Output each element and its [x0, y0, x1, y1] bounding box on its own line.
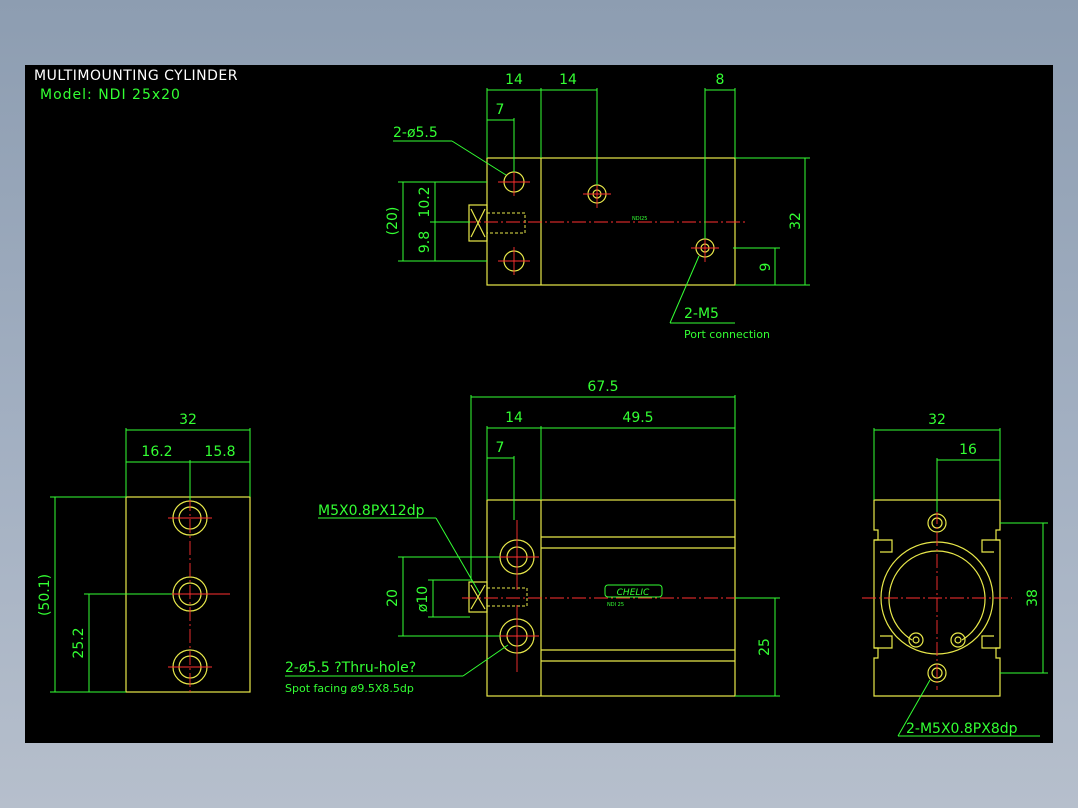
side-view: 32 16.2 15.8 (50.1) 25.2: [37, 412, 251, 693]
dim-14: 14: [559, 72, 577, 88]
port-callout: 2-M5: [684, 306, 719, 322]
dim-7: 7: [496, 440, 505, 456]
dim-10-2: 10.2: [417, 186, 433, 217]
top-view: 14 14 8 7 2-ø5.5 (20) 10.2 9.8 32 9 2-M5…: [385, 72, 810, 341]
end-view: 32 16 38 2-M5X0.8PX8dp: [862, 412, 1048, 737]
dim-32: 32: [928, 412, 946, 428]
top-view-body: [486, 157, 736, 286]
dim-20: (20): [385, 207, 401, 236]
logo-sub: NDI 25: [607, 602, 624, 608]
dim-16-2: 16.2: [141, 444, 172, 460]
front-view: CHELIC NDI 25 67.5 14 49.5 7 M5X0.8PX12d…: [285, 379, 780, 697]
dim-9-8: 9.8: [417, 231, 433, 253]
dim-67-5: 67.5: [587, 379, 618, 395]
dim-25: 25: [757, 638, 773, 656]
dim-7: 7: [496, 102, 505, 118]
hole-callout: 2-ø5.5 ?Thru-hole?: [285, 660, 416, 676]
dim-49-5: 49.5: [622, 410, 653, 426]
dim-50-1: (50.1): [37, 574, 53, 616]
port-description: Port connection: [684, 328, 770, 341]
spot-facing-callout: Spot facing ø9.5X8.5dp: [285, 682, 414, 695]
dim-9: 9: [758, 263, 774, 272]
logo-text: CHELIC: [617, 588, 650, 598]
thread-callout: 2-M5X0.8PX8dp: [906, 721, 1018, 737]
tiny-label: NDI25: [632, 216, 647, 222]
dim-32: 32: [179, 412, 197, 428]
dim-15-8: 15.8: [204, 444, 235, 460]
dim-14: 14: [505, 410, 523, 426]
dim-8: 8: [716, 72, 725, 88]
dim-32: 32: [788, 212, 804, 230]
drawing-canvas: MULTIMOUNTING CYLINDER Model: NDI 25x20: [25, 65, 1053, 743]
dim-14: 14: [505, 72, 523, 88]
dim-20: 20: [385, 589, 401, 607]
dim-25-2: 25.2: [71, 627, 87, 658]
cad-drawing: 14 14 8 7 2-ø5.5 (20) 10.2 9.8 32 9 2-M5…: [37, 72, 1048, 737]
dim-phi10: ø10: [415, 586, 431, 612]
dim-38: 38: [1025, 589, 1041, 607]
hole-callout: 2-ø5.5: [393, 125, 438, 141]
thread-callout: M5X0.8PX12dp: [318, 503, 425, 519]
dim-16: 16: [959, 442, 977, 458]
